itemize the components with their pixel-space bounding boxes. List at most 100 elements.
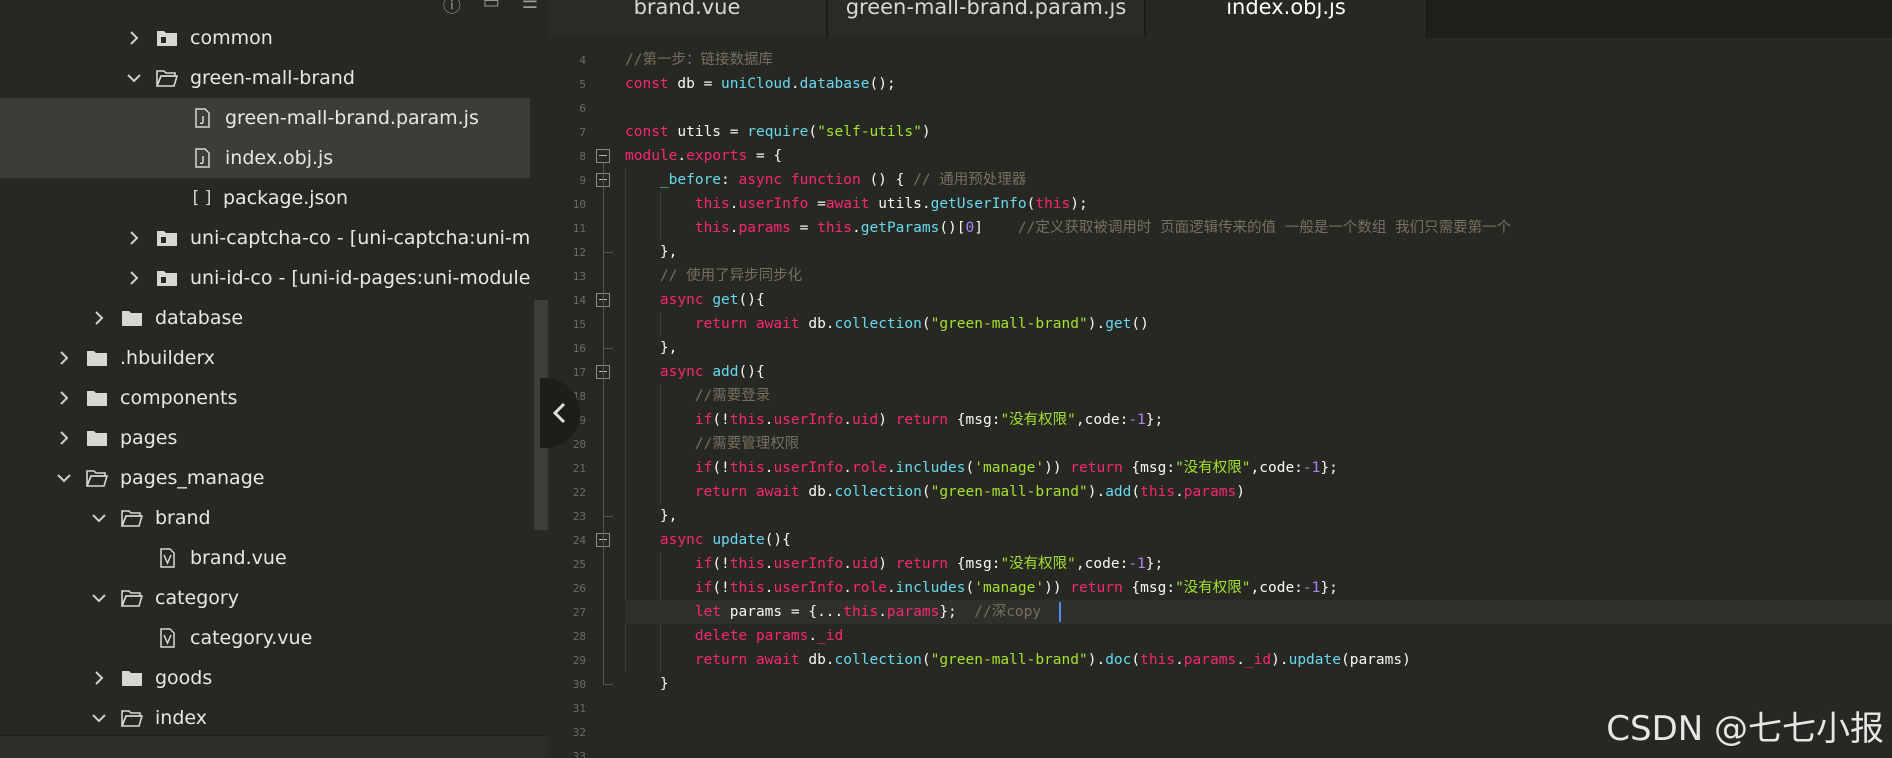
tree-item[interactable]: index	[0, 698, 530, 738]
code-line[interactable]: return await db.collection("green-mall-b…	[625, 480, 1245, 504]
code-line[interactable]: //需要登录	[625, 384, 770, 408]
code-line[interactable]: // 使用了异步同步化	[625, 264, 802, 288]
folder-icon	[119, 587, 145, 609]
tree-item[interactable]: brand.vue	[0, 538, 530, 578]
tree-item[interactable]: goods	[0, 658, 530, 698]
code-token: params	[755, 628, 809, 644]
tree-item[interactable]: category	[0, 578, 530, 618]
chevron-right-icon[interactable]	[122, 271, 146, 285]
code-line[interactable]: const utils = require("self-utils")	[625, 120, 931, 144]
code-line[interactable]: if(!this.userInfo.role.includes('manage'…	[625, 576, 1338, 600]
line-number: 33	[572, 750, 586, 758]
chevron-down-icon[interactable]	[52, 471, 76, 485]
code-line[interactable]: let params = {...this.params}; //深copy	[625, 600, 1892, 624]
line-number: 32	[572, 726, 586, 739]
code-line[interactable]: const db = uniCloud.database();	[625, 72, 896, 96]
tab-green-mall-brand-param-js[interactable]: green-mall-brand.param.js	[828, 0, 1146, 38]
code-token: };	[1145, 556, 1164, 572]
tree-item[interactable]: uni-id-co - [uni-id-pages:uni-module	[0, 258, 530, 298]
chevron-right-icon[interactable]	[122, 231, 146, 245]
code-line[interactable]: return await db.collection("green-mall-b…	[625, 312, 1149, 336]
chevron-right-icon[interactable]	[52, 351, 76, 365]
code-token: db.	[808, 652, 835, 668]
code-token: // 通用预处理器	[913, 172, 1027, 188]
tree-item[interactable]: database	[0, 298, 530, 338]
code-line[interactable]: //需要管理权限	[625, 432, 799, 456]
chevron-right-icon[interactable]	[87, 671, 111, 685]
tree-item[interactable]: green-mall-brand.param.js	[0, 98, 530, 138]
fold-range-end	[603, 684, 613, 685]
line-number: 10	[572, 198, 586, 211]
code-token: "没有权限"	[1175, 460, 1251, 476]
tree-item[interactable]: brand	[0, 498, 530, 538]
collapse-all-icon[interactable]: ▭	[483, 0, 500, 13]
code-token: //需要管理权限	[694, 436, 800, 452]
file-icon	[154, 627, 180, 649]
tree-item[interactable]: category.vue	[0, 618, 530, 658]
code-line[interactable]: return await db.collection("green-mall-b…	[625, 648, 1411, 672]
chevron-down-icon[interactable]	[87, 711, 111, 725]
code-line[interactable]: delete params._id	[625, 624, 843, 648]
tree-item[interactable]: common	[0, 18, 530, 58]
code-line[interactable]: if(!this.userInfo.uid) return {msg:"没有权限…	[625, 408, 1163, 432]
code-line[interactable]: _before: async function () { // 通用预处理器	[625, 168, 1026, 192]
code-token: this	[729, 412, 765, 428]
folder-icon	[84, 347, 110, 369]
code-line[interactable]: async add(){	[625, 360, 765, 384]
code-token: .	[1175, 652, 1184, 668]
code-line[interactable]: this.userInfo =await utils.getUserInfo(t…	[625, 192, 1088, 216]
code-token: doc	[1105, 652, 1132, 668]
chevron-right-icon[interactable]	[52, 391, 76, 405]
folder-icon	[154, 67, 180, 89]
code-line[interactable]: },	[625, 504, 677, 528]
chevron-right-icon[interactable]	[52, 431, 76, 445]
code-line[interactable]: },	[625, 240, 677, 264]
code-token: };	[939, 604, 975, 620]
fold-toggle-icon[interactable]	[596, 149, 610, 163]
code-token: async	[659, 364, 713, 380]
code-token: db.	[808, 316, 835, 332]
chevron-down-icon[interactable]	[87, 511, 111, 525]
tree-item[interactable]: components	[0, 378, 530, 418]
code-token: () {	[860, 172, 914, 188]
tree-item[interactable]: green-mall-brand	[0, 58, 530, 98]
code-line[interactable]: //第一步：链接数据库	[625, 48, 773, 72]
tree-item[interactable]: pages	[0, 418, 530, 458]
code-line[interactable]: if(!this.userInfo.role.includes('manage'…	[625, 456, 1338, 480]
code-token: :	[721, 172, 739, 188]
code-token: (!	[712, 460, 730, 476]
chevron-right-icon[interactable]	[122, 31, 146, 45]
code-token: (	[808, 124, 818, 140]
code-token: },	[625, 244, 678, 260]
code-token: ))	[1044, 580, 1071, 596]
code-token: .	[843, 556, 853, 572]
chevron-down-icon[interactable]	[122, 71, 146, 85]
code-line[interactable]: module.exports = {	[625, 144, 782, 168]
code-line[interactable]: },	[625, 336, 677, 360]
tree-item[interactable]: .hbuilderx	[0, 338, 530, 378]
code-line[interactable]: async get(){	[625, 288, 765, 312]
line-number: 5	[579, 78, 586, 91]
code-token: // 使用了异步同步化	[659, 268, 803, 284]
code-line[interactable]: if(!this.userInfo.uid) return {msg:"没有权限…	[625, 552, 1163, 576]
tree-item[interactable]: uni-captcha-co - [uni-captcha:uni-mc	[0, 218, 530, 258]
tree-item[interactable]: index.obj.js	[0, 138, 530, 178]
code-line[interactable]: async update(){	[625, 528, 791, 552]
info-icon[interactable]: ⓘ	[443, 0, 461, 17]
code-editor[interactable]: 4 5 6 7 8 9 10 11 12 13 14 15 16 17 18 19 20 21 22 23 24 25 26…	[548, 38, 1892, 758]
tab-brand-vue[interactable]: brand.vue	[548, 0, 828, 38]
tree-item[interactable]: [ ] package.json	[0, 178, 530, 218]
code-line[interactable]: }	[625, 672, 669, 696]
tab-index-obj-js[interactable]: index.obj.js	[1146, 0, 1428, 38]
sidebar-footer	[0, 735, 548, 758]
fold-range-line	[603, 547, 604, 684]
menu-icon[interactable]: ☰	[522, 0, 538, 13]
line-number: 15	[572, 318, 586, 331]
chevron-right-icon[interactable]	[87, 311, 111, 325]
code-line[interactable]: this.params = this.getParams()[0] //定义获取…	[625, 216, 1511, 240]
chevron-down-icon[interactable]	[87, 591, 111, 605]
tree-item[interactable]: pages_manage	[0, 458, 530, 498]
